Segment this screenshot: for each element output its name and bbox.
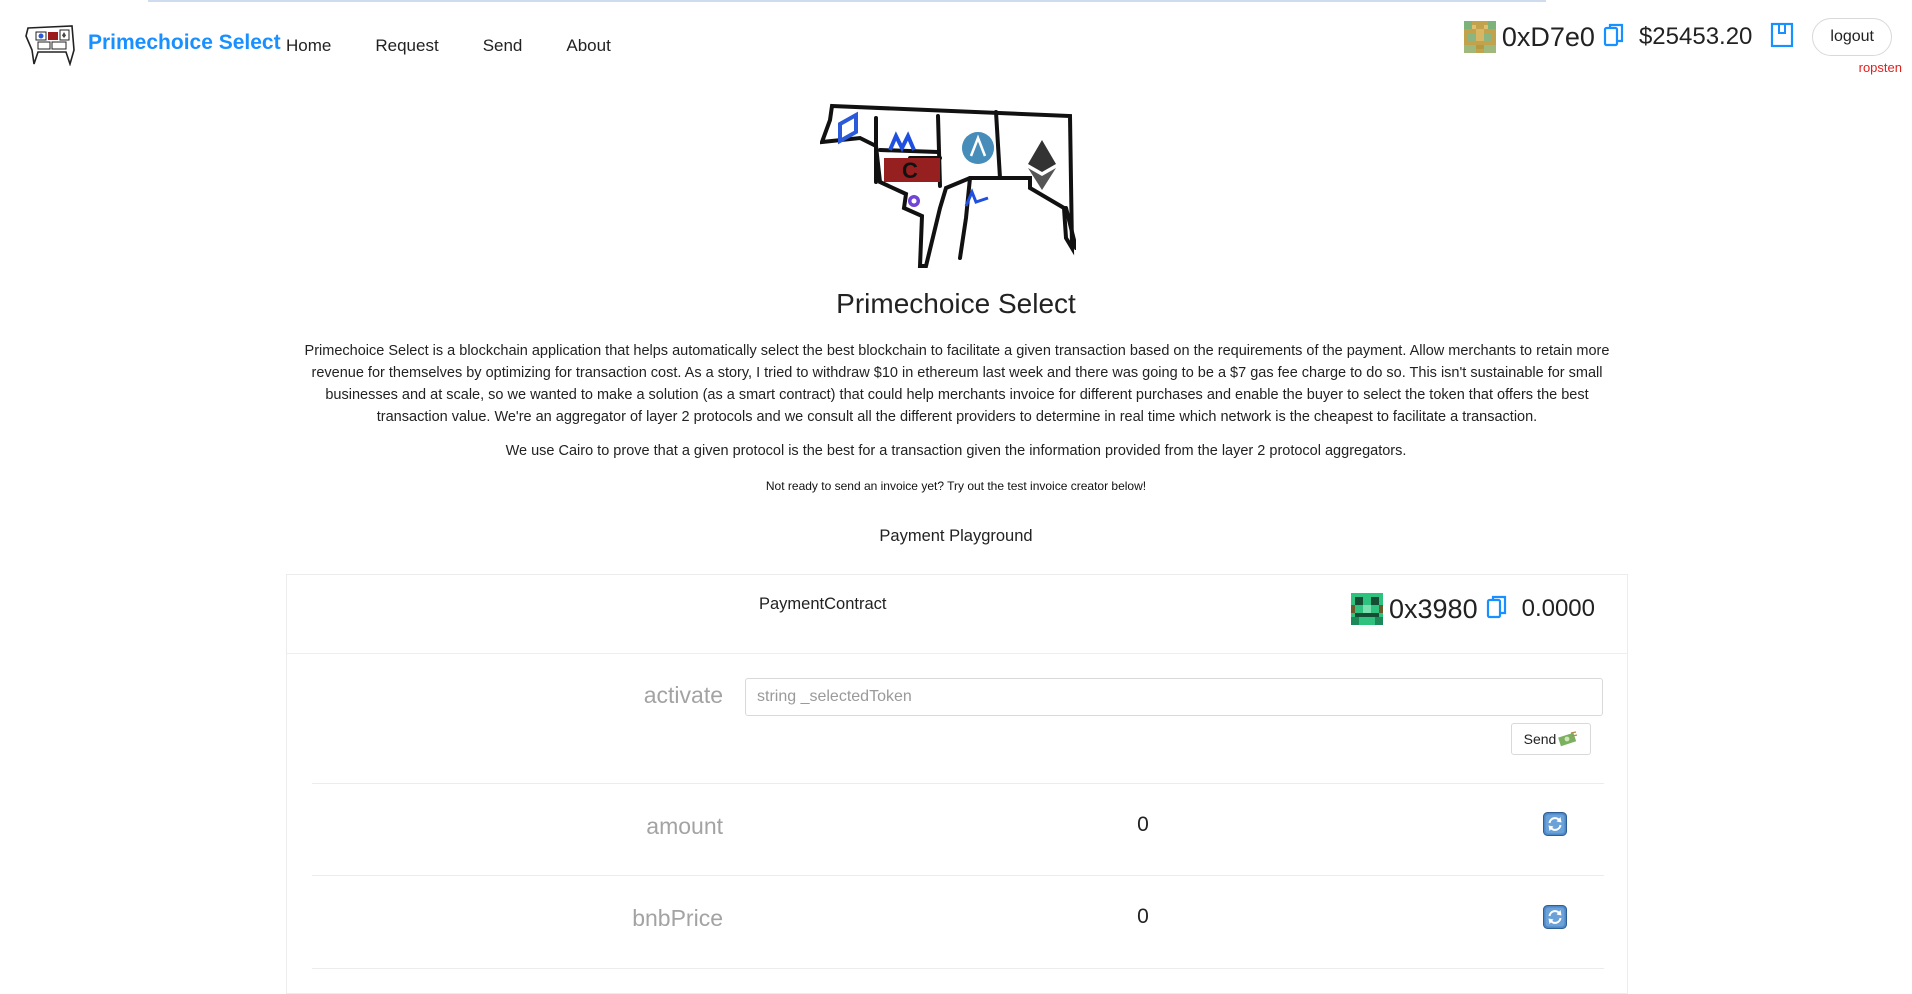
account-balance: $25453.20 bbox=[1638, 23, 1753, 50]
bnbprice-value: 0 bbox=[1137, 905, 1149, 928]
blockie-avatar-icon bbox=[1463, 21, 1496, 53]
contract-card-header: PaymentContract 0x3980 0.0000 bbox=[287, 575, 1627, 654]
network-label: ropsten bbox=[1858, 60, 1902, 75]
account-panel: 0xD7e0 $25453.20 logout bbox=[1463, 18, 1892, 56]
row-divider bbox=[312, 783, 1604, 784]
contract-address: 0x3980 bbox=[1389, 593, 1478, 624]
hero-title: Primechoice Select bbox=[836, 288, 1076, 319]
brand-link[interactable]: Primechoice Select bbox=[24, 20, 281, 66]
brand-title: Primechoice Select bbox=[88, 31, 281, 54]
contract-card: PaymentContract 0x3980 0.0000 activate s… bbox=[286, 574, 1628, 994]
activate-send-button[interactable]: Send bbox=[1511, 723, 1591, 755]
fn-label-amount: amount bbox=[646, 813, 723, 839]
fn-label-bnbprice: bnbPrice bbox=[632, 905, 723, 931]
money-icon bbox=[1558, 731, 1578, 747]
account-address: 0xD7e0 bbox=[1501, 21, 1595, 52]
nav-about[interactable]: About bbox=[564, 34, 612, 58]
contract-name: PaymentContract bbox=[759, 595, 887, 613]
main-nav: Home Request Send About bbox=[284, 34, 653, 58]
hero-description-cairo: We use Cairo to prove that a given proto… bbox=[505, 443, 1407, 459]
nav-send[interactable]: Send bbox=[481, 34, 525, 58]
wallet-icon[interactable] bbox=[1770, 22, 1794, 53]
refresh-icon[interactable] bbox=[1543, 812, 1567, 836]
nav-request[interactable]: Request bbox=[373, 34, 440, 58]
activate-input[interactable] bbox=[745, 678, 1603, 716]
copy-icon[interactable] bbox=[1486, 594, 1508, 625]
row-divider bbox=[312, 968, 1604, 969]
hero-description: Primechoice Select is a blockchain appli… bbox=[304, 343, 1610, 425]
hero-logo-letter: C bbox=[902, 158, 918, 183]
header: Primechoice Select Home Request Send Abo… bbox=[0, 0, 1912, 80]
contract-account: 0x3980 0.0000 bbox=[1351, 593, 1595, 625]
cow-hero-logo: C bbox=[820, 103, 1076, 268]
logout-button[interactable]: logout bbox=[1812, 18, 1892, 56]
send-label: Send bbox=[1523, 731, 1557, 747]
contract-balance: 0.0000 bbox=[1521, 595, 1595, 622]
nav-home[interactable]: Home bbox=[284, 34, 333, 58]
amount-value: 0 bbox=[1137, 813, 1149, 836]
blockie-avatar-icon bbox=[1351, 593, 1383, 625]
playground-title: Payment Playground bbox=[879, 527, 1033, 545]
refresh-icon[interactable] bbox=[1543, 905, 1567, 929]
row-divider bbox=[312, 875, 1604, 876]
test-invoice-note: Not ready to send an invoice yet? Try ou… bbox=[765, 479, 1147, 493]
fn-label-activate: activate bbox=[643, 682, 723, 708]
copy-icon[interactable] bbox=[1603, 22, 1625, 53]
cow-logo-icon bbox=[25, 25, 75, 66]
